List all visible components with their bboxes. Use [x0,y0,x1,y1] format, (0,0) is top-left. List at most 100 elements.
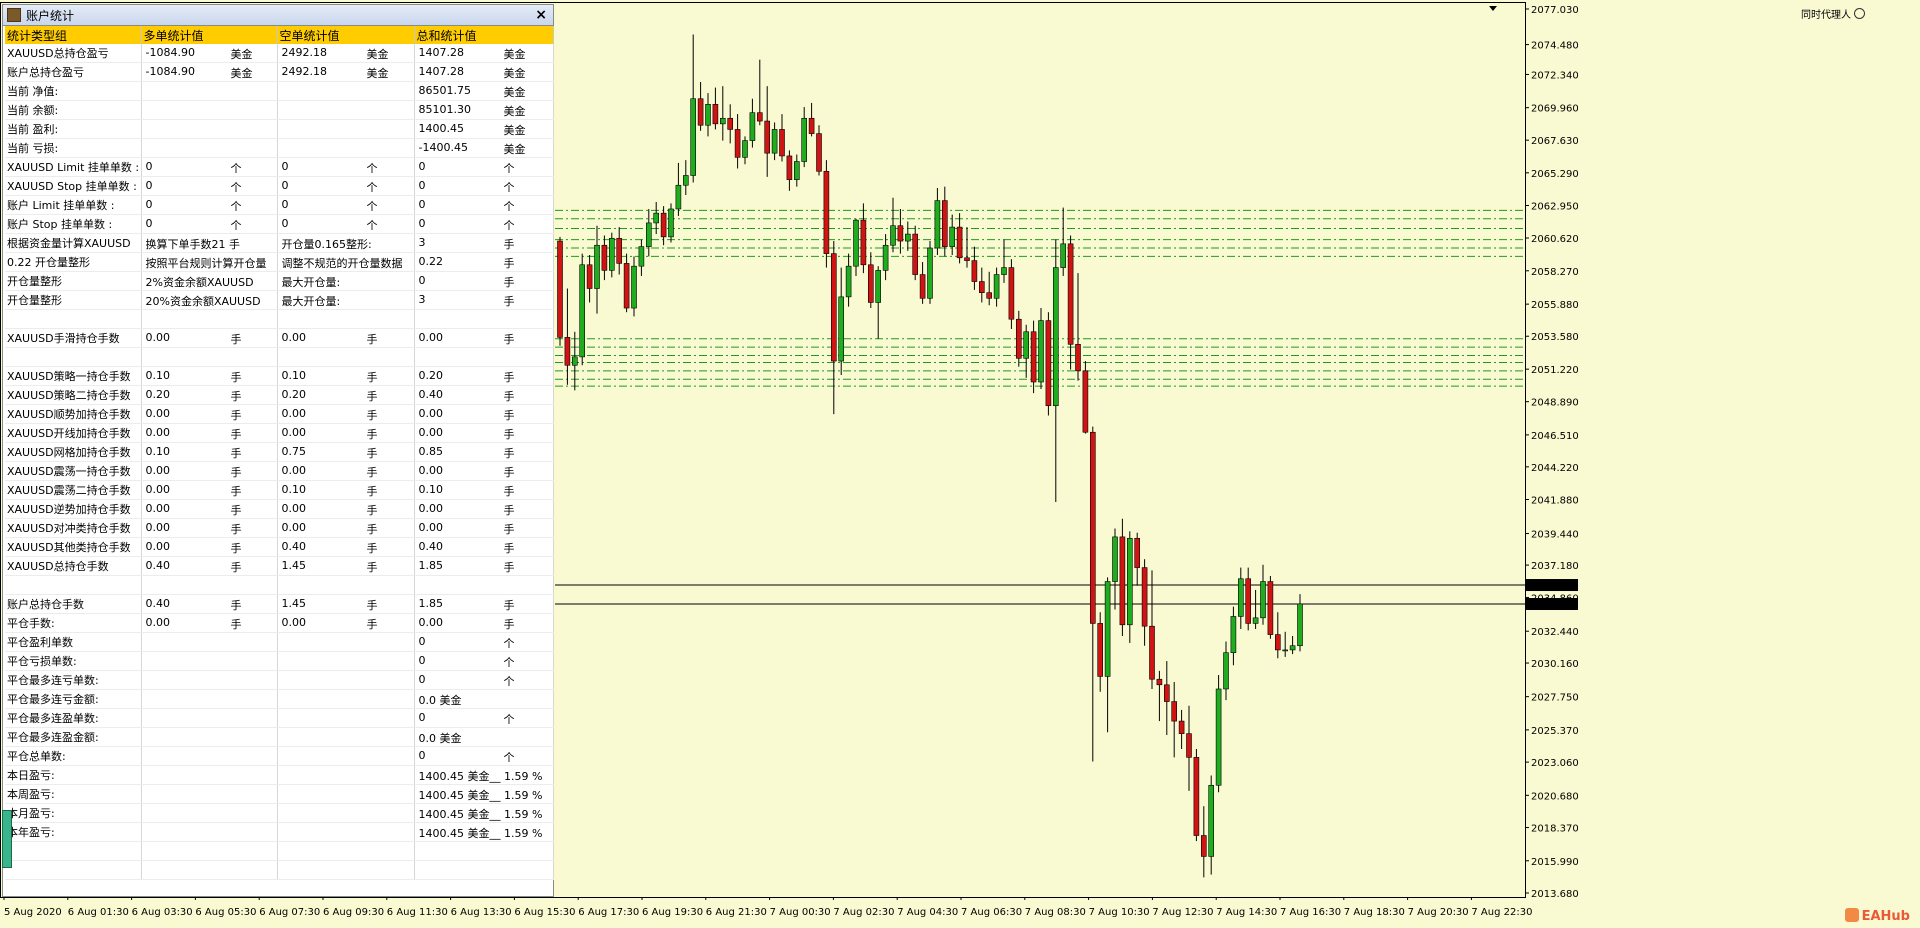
stats-cell: 1400.45 美金__ 1.59 % [414,784,554,804]
stats-cell-value: 0 [418,160,426,173]
candle-body [1015,318,1022,359]
stats-cell-value: 3 [418,236,426,249]
candle-body [823,170,830,254]
stats-cell-unit: 个 [230,162,242,175]
stats-cell [141,708,278,728]
candle-body [978,281,985,293]
candle-body [1297,603,1303,647]
stats-row: 0.22 开仓量整形 按照平台规则计算开仓量 调整不规范的开仓量数据 0.22 手 [5,252,554,272]
stats-cell-value: 0.00 [145,483,171,496]
stats-cell-value: 0.40 [418,540,444,553]
stats-row-label: XAUUSD对冲类持仓手数 [5,518,142,538]
stats-cell-unit: 个 [503,713,515,726]
x-axis-label: 7 Aug 18:30 [1344,907,1405,918]
stats-cell-value: 0 [281,179,289,192]
candle-body [956,226,963,259]
stats-row [5,860,554,880]
header-short-value: 空单统计值 [277,26,415,44]
x-axis-label: 7 Aug 20:30 [1408,907,1469,918]
stats-cell-text: 1400.45 美金__ 1.59 % [418,789,543,802]
candle-body [860,219,867,266]
stats-row: XAUUSD震荡一持仓手数 0.00 手 0.00 手 0.00 手 [5,461,554,481]
header-long-value: 多单统计值 [141,26,278,44]
stats-cell-unit: 手 [503,485,515,498]
stats-cell-unit: 手 [230,409,242,422]
stats-cell-text: 最大开仓量: [281,295,341,308]
one-click-trading-label[interactable]: 同时代理人 [1801,6,1865,21]
candle-body [1038,320,1044,383]
stats-row: XAUUSD震荡二持仓手数 0.00 手 0.10 手 0.10 手 [5,480,554,500]
stats-row-label: 平仓最多连亏单数: [5,670,142,690]
candle-body [941,200,948,247]
stats-cell [277,784,415,804]
stats-cell-value: 0 [145,198,153,211]
stats-row: XAUUSD Stop 挂单单数 :0个0个0个 [5,176,554,196]
stats-cell-value: 0 [418,654,426,667]
stats-cell-unit: 美金 [366,48,389,61]
stats-cell-unit: 手 [503,523,515,536]
candle-body [631,265,637,309]
stats-cell: 0.00 手 [141,404,278,424]
candle-body [1289,645,1296,651]
stats-row-label: 账户总持仓手数 [5,594,142,614]
stats-cell: 0.00 手 [414,499,554,519]
stats-cell-unit: 手 [230,333,242,346]
stats-cell [141,81,278,101]
chart-shift-marker [1489,6,1497,11]
stats-cell-unit: 手 [230,485,242,498]
stats-row-label [5,575,142,595]
y-axis-label: 2018.370 [1531,824,1579,835]
stats-cell: -1400.45 美金 [414,138,554,158]
candle-body [1149,625,1155,680]
stats-cell-unit: 个 [503,200,515,213]
stats-cell: 0.22 手 [414,252,554,272]
stats-cell: 85101.30 美金 [414,100,554,120]
x-axis-label: 7 Aug 16:30 [1280,907,1341,918]
panel-scroll-handle[interactable] [2,810,12,868]
stats-cell-unit: 手 [366,542,378,555]
stats-cell-value: 0 [145,160,153,173]
candle-body [1223,652,1229,690]
stats-cell: 0.0 美金 [414,727,554,747]
stats-cell-unit: 个 [503,751,515,764]
candle-body [1178,720,1185,734]
gear-icon[interactable] [1854,8,1865,19]
stats-cell-text: 调整不规范的开仓量数据 [281,257,403,270]
stats-cell-unit: 手 [230,504,242,517]
stats-row: 当前 亏损: -1400.45 美金 [5,138,554,158]
stats-cell-unit: 个 [503,637,515,650]
x-axis-label: 6 Aug 07:30 [259,907,320,918]
close-icon[interactable]: × [535,7,547,23]
stats-cell: 0个 [414,214,554,234]
y-axis-label: 2048.890 [1531,398,1579,409]
candle-body [875,270,882,303]
stats-cell-value: 0 [281,217,289,230]
candle-body [1001,267,1007,275]
candle-body [742,140,748,158]
stats-cell: 0.00 手 [414,461,554,481]
stats-cell: 0.40 手 [414,385,554,405]
stats-row-label: 账户 Limit 挂单单数 : [5,195,142,215]
y-axis-label: 2077.030 [1531,5,1579,16]
stats-row: 当前 净值: 86501.75 美金 [5,81,554,101]
panel-title-bar[interactable]: 账户统计 × [3,5,553,26]
stats-cell: 0个 [414,195,554,215]
x-axis-label: 7 Aug 04:30 [897,907,958,918]
stats-cell: 0.00 手 [141,613,278,633]
stats-cell: 最大开仓量: [277,290,415,310]
candle-body [660,212,667,238]
stats-cell-value: 0.00 [418,521,444,534]
stats-cell [277,100,415,120]
y-axis-label: 2069.960 [1531,104,1579,115]
stats-cell: 0.10 手 [141,442,278,462]
candle-body [557,240,563,338]
account-statistics-panel[interactable]: 账户统计 × 统计类型组 多单统计值 空单统计值 总和统计值 XAUUSD总持仓… [2,4,554,897]
stats-row-label: 平仓盈利单数 [5,632,142,652]
stats-row-label: 当前 盈利: [5,119,142,139]
stats-cell-value: 2492.18 [281,65,328,78]
y-axis-label: 2067.630 [1531,136,1579,147]
stats-cell-unit: 手 [503,295,515,308]
candle-body [1023,331,1030,359]
stats-cell-value: 1.45 [281,559,307,572]
stats-cell [141,860,278,880]
